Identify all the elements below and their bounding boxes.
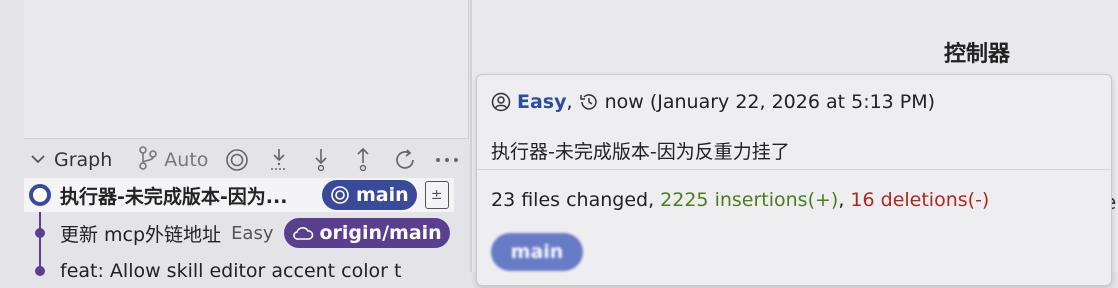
popup-divider bbox=[477, 169, 1111, 170]
commit-row[interactable]: feat: Allow skill editor accent color t bbox=[24, 254, 454, 288]
commit-message: feat: Allow skill editor accent color t bbox=[60, 260, 402, 282]
fetch-icon[interactable] bbox=[260, 145, 298, 175]
deletions-count: 16 deletions(-) bbox=[850, 189, 990, 211]
graph-section-title[interactable]: Graph bbox=[54, 149, 112, 171]
cloud-icon bbox=[292, 227, 313, 240]
popup-comma: , bbox=[566, 91, 579, 113]
branch-badge-origin-main[interactable]: origin/main bbox=[283, 218, 450, 248]
auto-branch-button[interactable]: Auto bbox=[116, 145, 214, 175]
pull-icon[interactable] bbox=[302, 145, 340, 175]
files-changed: 23 files changed bbox=[491, 189, 649, 211]
branch-icon bbox=[138, 145, 158, 175]
auto-label: Auto bbox=[164, 149, 209, 171]
insertions-count: 2225 insertions(+) bbox=[660, 189, 839, 211]
commit-dot-icon bbox=[35, 228, 45, 238]
popup-time: now (January 22, 2026 at 5:13 PM) bbox=[604, 91, 936, 113]
commit-row-selected[interactable]: 执行器-未完成版本-因为... main ± bbox=[24, 178, 454, 212]
commit-author: Easy bbox=[231, 222, 274, 244]
graph-header: Graph Auto bbox=[30, 145, 466, 175]
commit-hover-popup: Easy , now (January 22, 2026 at 5:13 PM)… bbox=[476, 74, 1112, 286]
file-diff-icon[interactable]: ± bbox=[424, 181, 449, 209]
popup-commit-message: 执行器-未完成版本-因为反重力挂了 bbox=[491, 141, 790, 163]
popup-header: Easy , now (January 22, 2026 at 5:13 PM) bbox=[491, 91, 935, 113]
commit-row[interactable]: 更新 mcp外链地址 Easy origin/main bbox=[24, 216, 454, 250]
branch-badge-main[interactable]: main bbox=[322, 180, 417, 210]
branch-name: main bbox=[356, 184, 409, 206]
target-icon bbox=[331, 186, 349, 204]
more-icon[interactable] bbox=[428, 145, 466, 175]
popup-branch-badge[interactable]: main bbox=[491, 233, 583, 271]
commit-dot-icon bbox=[35, 266, 45, 276]
panel-empty-area bbox=[24, 0, 469, 139]
left-panel: Graph Auto 执行器-未完成版本-因为... main ± 更新 mcp… bbox=[0, 0, 470, 282]
controller-title: 控制器 bbox=[944, 42, 1011, 67]
commit-message: 执行器-未完成版本-因为... bbox=[60, 185, 288, 208]
commit-message: 更新 mcp外链地址 bbox=[60, 223, 222, 246]
target-icon[interactable] bbox=[218, 145, 256, 175]
person-icon bbox=[491, 92, 511, 112]
commit-node-icon bbox=[29, 184, 51, 206]
refresh-icon[interactable] bbox=[386, 145, 424, 175]
branch-name: main bbox=[510, 241, 564, 263]
branch-name: origin/main bbox=[319, 222, 442, 244]
push-icon[interactable] bbox=[344, 145, 382, 175]
popup-change-stats: 23 files changed, 2225 insertions(+), 16… bbox=[491, 189, 990, 211]
history-icon bbox=[579, 92, 599, 112]
popup-author[interactable]: Easy bbox=[517, 91, 567, 113]
chevron-down-icon[interactable] bbox=[30, 152, 50, 168]
